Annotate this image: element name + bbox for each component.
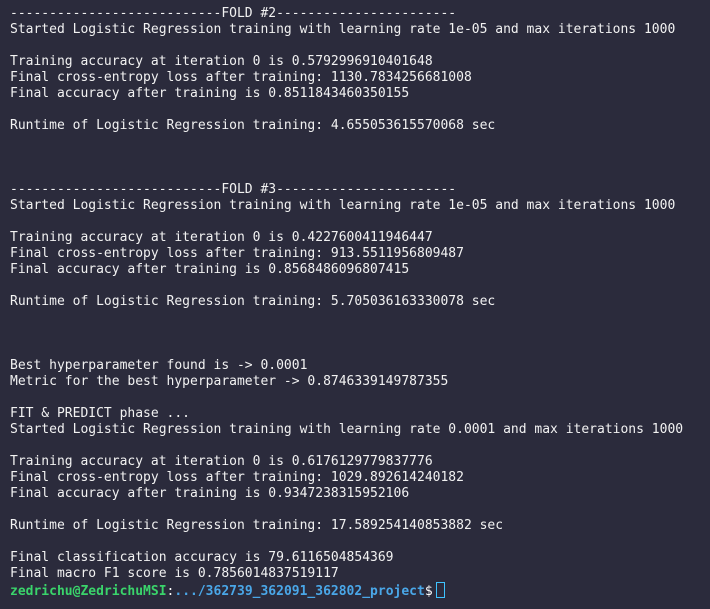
text-cursor[interactable] [435, 582, 445, 598]
output-line: Started Logistic Regression training wit… [10, 422, 684, 437]
output-line: Final classification accuracy is 79.6116… [10, 550, 394, 565]
output-line: Metric for the best hyperparameter -> 0.… [10, 374, 449, 389]
prompt-path: .../362739_362091_362802_project [174, 584, 425, 599]
terminal-window[interactable]: ---------------------------FOLD #2------… [0, 0, 710, 609]
output-line: Final macro F1 score is 0.78560148375191… [10, 566, 339, 581]
output-line: Final cross-entropy loss after training:… [10, 246, 464, 261]
output-line: ---------------------------FOLD #3------… [10, 182, 457, 197]
output-line: Best hyperparameter found is -> 0.0001 [10, 358, 308, 373]
output-line: Training accuracy at iteration 0 is 0.42… [10, 230, 433, 245]
output-line: Training accuracy at iteration 0 is 0.57… [10, 54, 433, 69]
output-line: Final cross-entropy loss after training:… [10, 70, 472, 85]
output-line: Runtime of Logistic Regression training:… [10, 118, 496, 133]
output-line: Training accuracy at iteration 0 is 0.61… [10, 454, 433, 469]
prompt-symbol: $ [424, 584, 433, 599]
shell-prompt[interactable]: zedrichu@ZedrichuMSI:.../362739_362091_3… [10, 582, 710, 600]
output-line: Final accuracy after training is 0.93472… [10, 486, 410, 501]
output-line: Runtime of Logistic Regression training:… [10, 294, 496, 309]
output-line: Started Logistic Regression training wit… [10, 22, 676, 37]
output-line: ---------------------------FOLD #2------… [10, 6, 457, 21]
output-line: Final cross-entropy loss after training:… [10, 470, 464, 485]
output-line: FIT & PREDICT phase ... [10, 406, 191, 421]
output-line: Final accuracy after training is 0.85684… [10, 262, 410, 277]
terminal-output: ---------------------------FOLD #2------… [10, 6, 710, 582]
output-line: Final accuracy after training is 0.85118… [10, 86, 410, 101]
prompt-user-host: zedrichu@ZedrichuMSI [10, 584, 167, 599]
output-line: Started Logistic Regression training wit… [10, 198, 676, 213]
output-line: Runtime of Logistic Regression training:… [10, 518, 504, 533]
